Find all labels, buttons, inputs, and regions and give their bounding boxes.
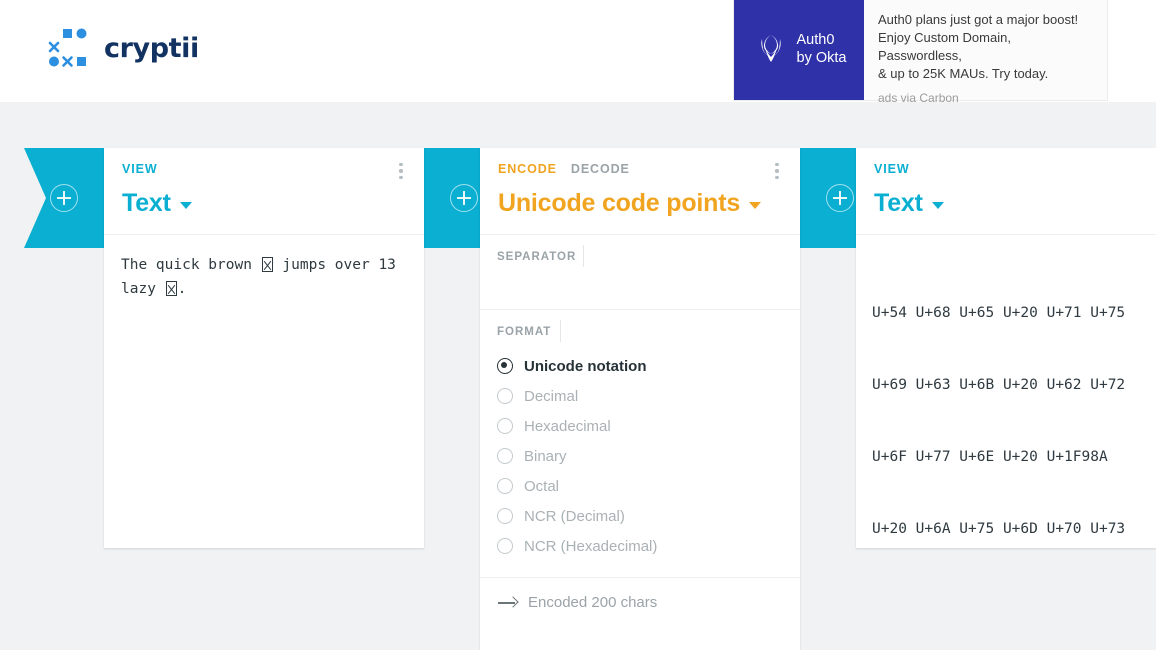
encoder-direction-tabs: ENCODE DECODE xyxy=(498,162,782,176)
panel-output-title: Text xyxy=(874,189,923,217)
plus-circle-icon xyxy=(826,184,854,212)
setting-divider xyxy=(560,320,561,342)
setting-separator: SEPARATOR xyxy=(480,235,800,310)
input-textarea[interactable]: The quick brown jumps over 13 lazy . xyxy=(104,235,424,541)
format-option-decimal[interactable]: Decimal xyxy=(497,381,782,411)
kebab-dot xyxy=(399,169,403,173)
unsupported-glyph-icon xyxy=(165,281,177,296)
radio-icon xyxy=(497,478,513,494)
panel-encoder-type-select[interactable]: Unicode code points xyxy=(498,189,762,218)
panel-input-kicker: VIEW xyxy=(122,162,158,176)
format-option-label: Octal xyxy=(524,477,560,495)
add-brick-button-start[interactable] xyxy=(24,148,104,248)
cryptii-grid-logo-icon xyxy=(48,28,90,68)
format-option-unicode-notation[interactable]: Unicode notation xyxy=(497,351,782,381)
tab-encode[interactable]: ENCODE xyxy=(498,162,557,176)
ad-copy-line-2: Enjoy Custom Domain, Passwordless, xyxy=(878,30,1011,63)
separator-input[interactable] xyxy=(497,263,782,293)
panel-encoder: ENCODE DECODE Unicode code points SEPARA… xyxy=(480,148,800,650)
setting-divider xyxy=(583,245,584,267)
auth0-logo-line2: by Okta xyxy=(796,50,847,66)
chevron-down-icon xyxy=(749,202,762,209)
panel-input-header: VIEW Text xyxy=(104,148,424,235)
panel-output-kicker: VIEW xyxy=(874,162,910,176)
ad-body: Auth0 plans just got a major boost! Enjo… xyxy=(864,0,1107,105)
panel-encoder-header: ENCODE DECODE Unicode code points xyxy=(480,148,800,235)
page-header: cryptii Auth0 by Okta Auth0 plans just g… xyxy=(0,0,1156,105)
radio-icon xyxy=(497,538,513,554)
panel-output-type-select[interactable]: Text xyxy=(874,189,944,218)
radio-icon xyxy=(497,358,513,374)
format-option-label: NCR (Decimal) xyxy=(524,507,625,525)
format-option-label: Binary xyxy=(524,447,567,465)
encoder-status-bar[interactable]: Encoded 200 chars xyxy=(480,578,800,627)
panel-input-menu-button[interactable] xyxy=(392,160,410,182)
ad-copy-line-1: Auth0 plans just got a major boost! xyxy=(878,12,1079,27)
input-text-after: . xyxy=(177,281,187,297)
output-textarea[interactable]: U+54 U+68 U+65 U+20 U+71 U+75 U+69 U+63 … xyxy=(856,235,1156,541)
setting-format: FORMAT Unicode notation Decimal Hexadeci… xyxy=(480,310,800,578)
output-line: U+20 U+6A U+75 U+6D U+70 U+73 xyxy=(872,521,1126,537)
chevron-down-icon xyxy=(179,202,192,209)
input-text-before: The quick brown xyxy=(121,257,261,273)
panel-output-header: VIEW Text xyxy=(856,148,1156,235)
unsupported-glyph-icon xyxy=(261,257,273,272)
panel-input-type-select[interactable]: Text xyxy=(122,189,192,218)
radio-icon xyxy=(497,388,513,404)
output-line: U+54 U+68 U+65 U+20 U+71 U+75 xyxy=(872,305,1126,321)
format-option-hexadecimal[interactable]: Hexadecimal xyxy=(497,411,782,441)
format-option-ncr-hexadecimal[interactable]: NCR (Hexadecimal) xyxy=(497,531,782,561)
plus-circle-icon xyxy=(450,184,478,212)
auth0-logo: Auth0 by Okta xyxy=(734,0,864,100)
brand-logo[interactable]: cryptii xyxy=(48,28,199,68)
output-line: U+69 U+63 U+6B U+20 U+62 U+72 xyxy=(872,377,1126,393)
kebab-dot xyxy=(399,175,403,179)
ad-copy-line-3: & up to 25K MAUs. Try today. xyxy=(878,66,1049,81)
format-option-label: NCR (Hexadecimal) xyxy=(524,537,658,555)
kebab-dot xyxy=(775,169,779,173)
format-option-octal[interactable]: Octal xyxy=(497,471,782,501)
format-option-label: Unicode notation xyxy=(524,357,647,375)
encoder-status-text: Encoded 200 chars xyxy=(528,594,658,611)
kebab-dot xyxy=(775,175,779,179)
format-label: FORMAT xyxy=(497,326,552,338)
output-line: U+6F U+77 U+6E U+20 U+1F98A xyxy=(872,449,1108,465)
format-option-label: Hexadecimal xyxy=(524,417,611,435)
chevron-down-icon xyxy=(931,202,944,209)
auth0-logo-line1: Auth0 xyxy=(796,32,835,49)
format-option-ncr-decimal[interactable]: NCR (Decimal) xyxy=(497,501,782,531)
tab-decode[interactable]: DECODE xyxy=(571,162,630,176)
pipe-canvas: VIEW Text The quick brown jumps over 13 … xyxy=(0,102,1156,650)
carbon-ad[interactable]: Auth0 by Okta Auth0 plans just got a maj… xyxy=(733,0,1108,105)
auth0-shield-icon xyxy=(752,26,790,75)
canvas-top-strip xyxy=(0,102,1156,148)
auth0-logo-text: Auth0 by Okta xyxy=(797,32,847,67)
panel-input-view: VIEW Text The quick brown jumps over 13 … xyxy=(104,148,424,548)
brand-wordmark: cryptii xyxy=(104,32,199,64)
plus-circle-icon xyxy=(50,184,78,212)
separator-label: SEPARATOR xyxy=(497,251,577,263)
kebab-dot xyxy=(399,163,403,167)
radio-icon xyxy=(497,418,513,434)
format-radio-group: Unicode notation Decimal Hexadecimal Bin… xyxy=(497,338,782,561)
arrow-right-icon xyxy=(498,596,517,609)
format-option-binary[interactable]: Binary xyxy=(497,441,782,471)
panel-encoder-menu-button[interactable] xyxy=(768,160,786,182)
format-option-label: Decimal xyxy=(524,387,579,405)
panel-input-title: Text xyxy=(122,189,171,217)
radio-icon xyxy=(497,448,513,464)
panel-encoder-title: Unicode code points xyxy=(498,189,741,217)
kebab-dot xyxy=(775,163,779,167)
radio-icon xyxy=(497,508,513,524)
panel-output-view: VIEW Text U+54 U+68 U+65 U+20 U+71 U+75 … xyxy=(856,148,1156,548)
